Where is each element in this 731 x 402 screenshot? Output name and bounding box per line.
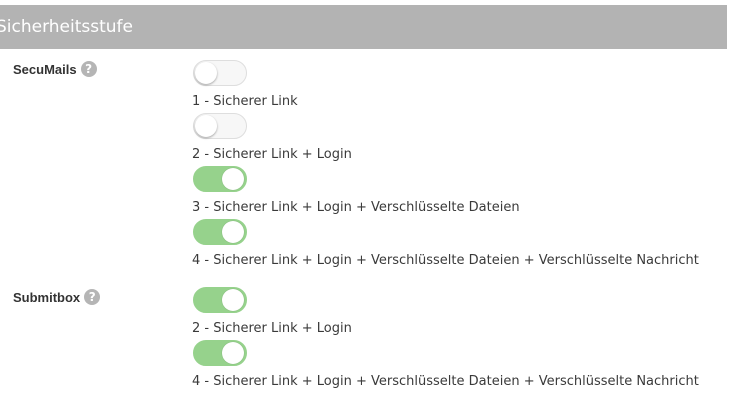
toggle-knob <box>222 168 244 190</box>
section-header: Sicherheitsstufe <box>0 5 727 49</box>
group-label-submitbox: Submitbox ? <box>13 289 101 305</box>
group-name: Submitbox <box>13 289 81 305</box>
option-label-secumails-level-3: 3 - Sicherer Link + Login + Verschlüssel… <box>192 200 520 215</box>
help-icon[interactable]: ? <box>84 289 101 305</box>
toggle-knob <box>195 62 217 84</box>
group-label-secumails: SecuMails ? <box>13 61 97 77</box>
section-title: Sicherheitsstufe <box>0 17 134 37</box>
toggle-submitbox-level-4[interactable] <box>193 340 247 366</box>
toggle-knob <box>195 115 217 137</box>
toggle-secumails-level-1[interactable] <box>193 60 247 86</box>
toggle-secumails-level-4[interactable] <box>193 219 247 245</box>
toggle-submitbox-level-2[interactable] <box>193 287 247 313</box>
group-name: SecuMails <box>13 61 77 77</box>
option-label-submitbox-level-4: 4 - Sicherer Link + Login + Verschlüssel… <box>192 374 699 389</box>
option-label-secumails-level-4: 4 - Sicherer Link + Login + Verschlüssel… <box>192 253 699 268</box>
toggle-knob <box>222 342 244 364</box>
help-icon[interactable]: ? <box>80 61 97 77</box>
toggle-secumails-level-2[interactable] <box>193 113 247 139</box>
option-label-secumails-level-2: 2 - Sicherer Link + Login <box>192 147 352 162</box>
option-label-submitbox-level-2: 2 - Sicherer Link + Login <box>192 321 352 336</box>
option-label-secumails-level-1: 1 - Sicherer Link <box>192 94 298 109</box>
toggle-secumails-level-3[interactable] <box>193 166 247 192</box>
toggle-knob <box>222 221 244 243</box>
toggle-knob <box>222 289 244 311</box>
